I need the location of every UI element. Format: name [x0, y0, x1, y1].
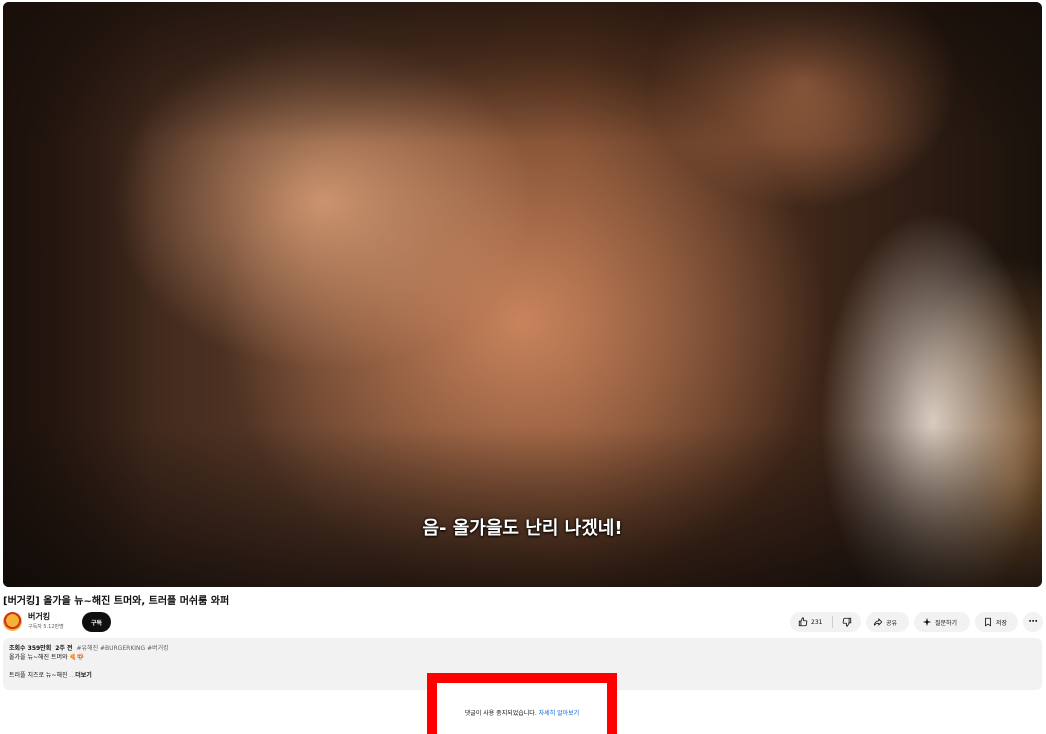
like-button[interactable]: 231 [790, 617, 832, 627]
ask-button[interactable]: 질문하기 [914, 612, 970, 632]
save-button[interactable]: 저장 [975, 612, 1018, 632]
share-button[interactable]: 공유 [866, 612, 909, 632]
video-frame-shade [3, 2, 1042, 142]
show-more-button[interactable]: 더보기 [75, 672, 92, 679]
like-dislike-group: 231 [790, 612, 861, 632]
dislike-button[interactable] [833, 617, 861, 627]
learn-more-link[interactable]: 자세히 알아보기 [539, 710, 580, 717]
view-count: 조회수 359만회 [9, 645, 52, 652]
video-player[interactable]: 음- 올가을도 난리 나겠네! [3, 2, 1042, 587]
video-title: [버거킹] 올가을 뉴~해진 트머와, 트러플 머쉬룸 와퍼 [3, 596, 230, 607]
comments-disabled-text: 댓글이 사용 중지되었습니다. [464, 710, 537, 717]
description-line: 올가을 뉴~해진 트머와 🍕🍄 [9, 654, 85, 661]
like-count: 231 [811, 618, 823, 626]
subscriber-count: 구독자 5.12만명 [28, 624, 64, 630]
hashtags[interactable]: #유해진 #BURGERKING #버거킹 [77, 644, 169, 653]
channel-avatar[interactable] [3, 612, 22, 631]
upload-age: 2주 전 [55, 645, 73, 652]
bookmark-icon [985, 617, 991, 627]
thumbs-down-icon [842, 617, 852, 627]
share-label: 공유 [886, 619, 898, 627]
more-icon: ⋯ [1028, 617, 1038, 627]
highlight-box [427, 673, 617, 734]
more-actions-button[interactable]: ⋯ [1023, 612, 1043, 632]
channel-name[interactable]: 버거킹 [28, 611, 50, 622]
video-frame-shade [3, 427, 1042, 587]
video-subtitle: 음- 올가을도 난리 나겠네! [422, 518, 623, 539]
save-label: 저장 [996, 619, 1008, 627]
description-meta: 조회수 359만회 2주 전 #유해진 #BURGERKING #버거킹 [9, 644, 1036, 653]
subscribe-button[interactable]: 구독 [82, 612, 111, 632]
share-icon [873, 618, 883, 626]
description-snippet: 트러플 치즈로 뉴~해진 [9, 672, 68, 679]
thumbs-up-icon [798, 617, 808, 627]
ask-label: 질문하기 [935, 619, 958, 627]
comments-disabled-notice: 댓글이 사용 중지되었습니다. 자세히 알아보기 [427, 708, 617, 717]
sparkle-icon [922, 617, 932, 627]
